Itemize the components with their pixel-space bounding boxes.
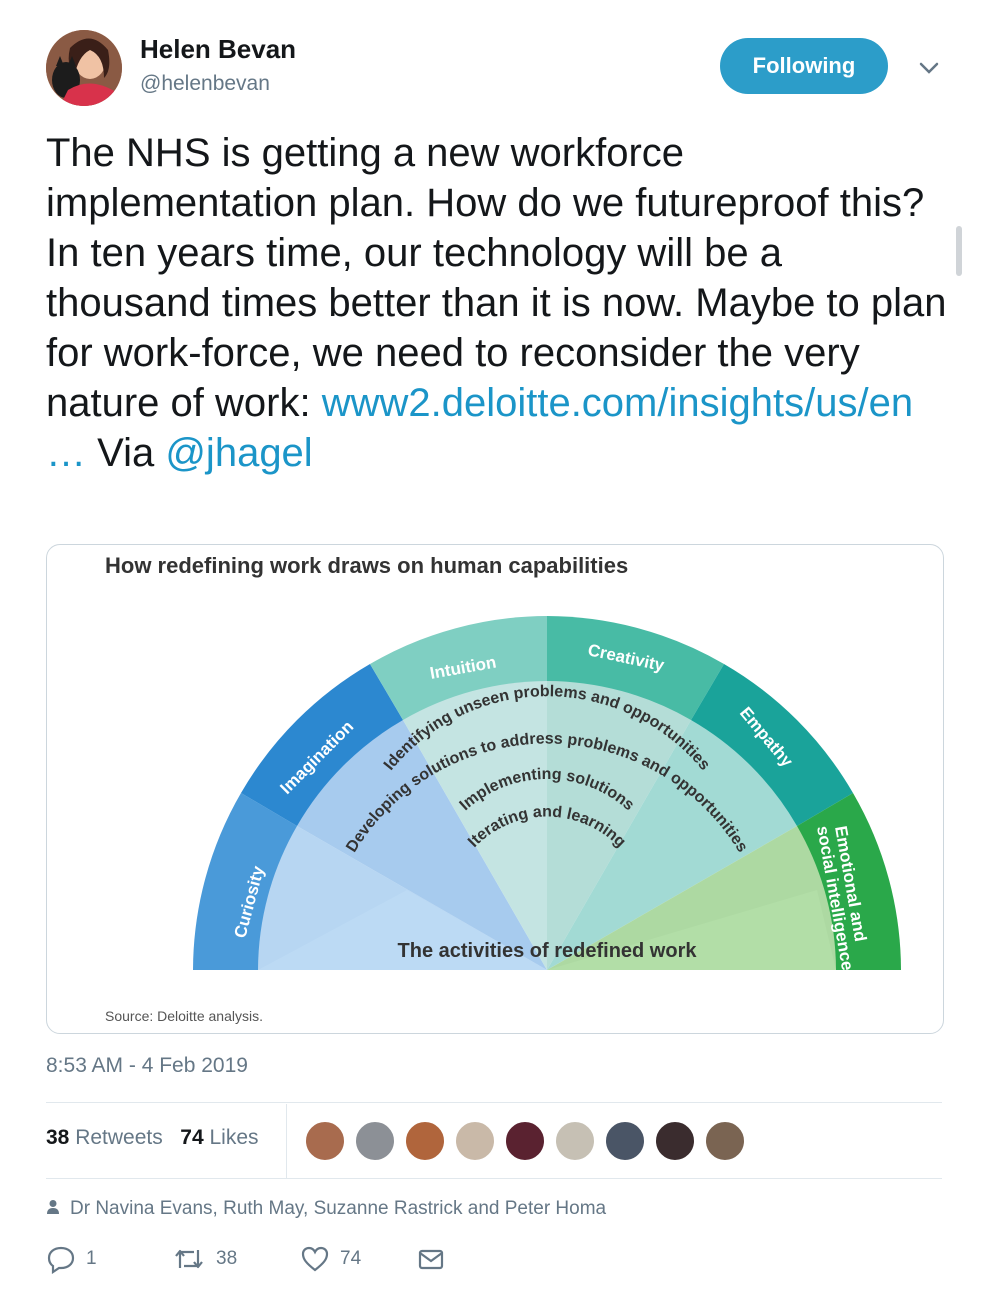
retweet-icon [175,1249,203,1269]
mention-link[interactable]: @jhagel [165,431,312,475]
tweet-actions: 1 38 74 [46,1244,446,1274]
liker-avatars [304,1120,746,1162]
liker-avatar[interactable] [654,1120,696,1162]
tweet-text: The NHS is getting a new workforce imple… [46,128,956,478]
scrollbar[interactable] [956,226,962,276]
message-button[interactable] [416,1244,446,1274]
tweet-text-via: Via [86,431,166,475]
stats-divider [286,1104,287,1178]
liker-avatar[interactable] [454,1120,496,1162]
liker-avatar[interactable] [604,1120,646,1162]
retweet-count: 38 [46,1126,70,1149]
tweet-link-ellipsis[interactable]: … [46,431,86,475]
reply-icon [47,1246,75,1274]
liker-avatar[interactable] [554,1120,596,1162]
retweet-label: Retweets [75,1126,163,1149]
retweet-stat[interactable]: 38 Retweets [46,1126,163,1149]
like-stat[interactable]: 74 Likes [180,1126,258,1149]
tweet-link[interactable]: www2.deloitte.com/insights/us/en [322,381,913,425]
divider [46,1102,942,1103]
infographic: How redefining work draws on human capab… [105,553,901,1024]
liked-by-text: Dr Navina Evans, Ruth May, Suzanne Rastr… [70,1198,607,1219]
envelope-icon [418,1249,444,1270]
retweet-button[interactable]: 38 [172,1244,300,1274]
person-icon [47,1200,59,1214]
liker-avatar[interactable] [404,1120,446,1162]
tweet-timestamp[interactable]: 8:53 AM - 4 Feb 2019 [46,1054,248,1078]
reply-button[interactable]: 1 [46,1244,172,1274]
divider [46,1178,942,1179]
liker-avatar[interactable] [704,1120,746,1162]
card-source: Source: Deloitte analysis. [105,1008,263,1024]
center-label: The activities of redefined work [398,940,698,962]
like-button[interactable]: 74 [300,1244,416,1274]
chevron-down-icon[interactable] [914,56,944,80]
heart-icon [301,1246,329,1272]
like-label: Likes [209,1126,259,1149]
avatar[interactable] [46,30,122,106]
reply-count: 1 [86,1248,97,1269]
liker-avatar[interactable] [354,1120,396,1162]
like-count: 74 [180,1126,204,1149]
liker-avatar[interactable] [504,1120,546,1162]
liked-by[interactable]: Dr Navina Evans, Ruth May, Suzanne Rastr… [46,1198,606,1220]
media-card[interactable]: How redefining work draws on human capab… [46,544,944,1034]
user-handle[interactable]: @helenbevan [140,72,270,96]
following-button[interactable]: Following [720,38,888,94]
tweet-stats: 38 Retweets 74 Likes [46,1126,259,1150]
retweet-action-count: 38 [216,1248,238,1269]
user-name[interactable]: Helen Bevan [140,34,296,65]
liker-avatar[interactable] [304,1120,346,1162]
like-action-count: 74 [340,1248,362,1269]
card-title: How redefining work draws on human capab… [105,553,628,578]
